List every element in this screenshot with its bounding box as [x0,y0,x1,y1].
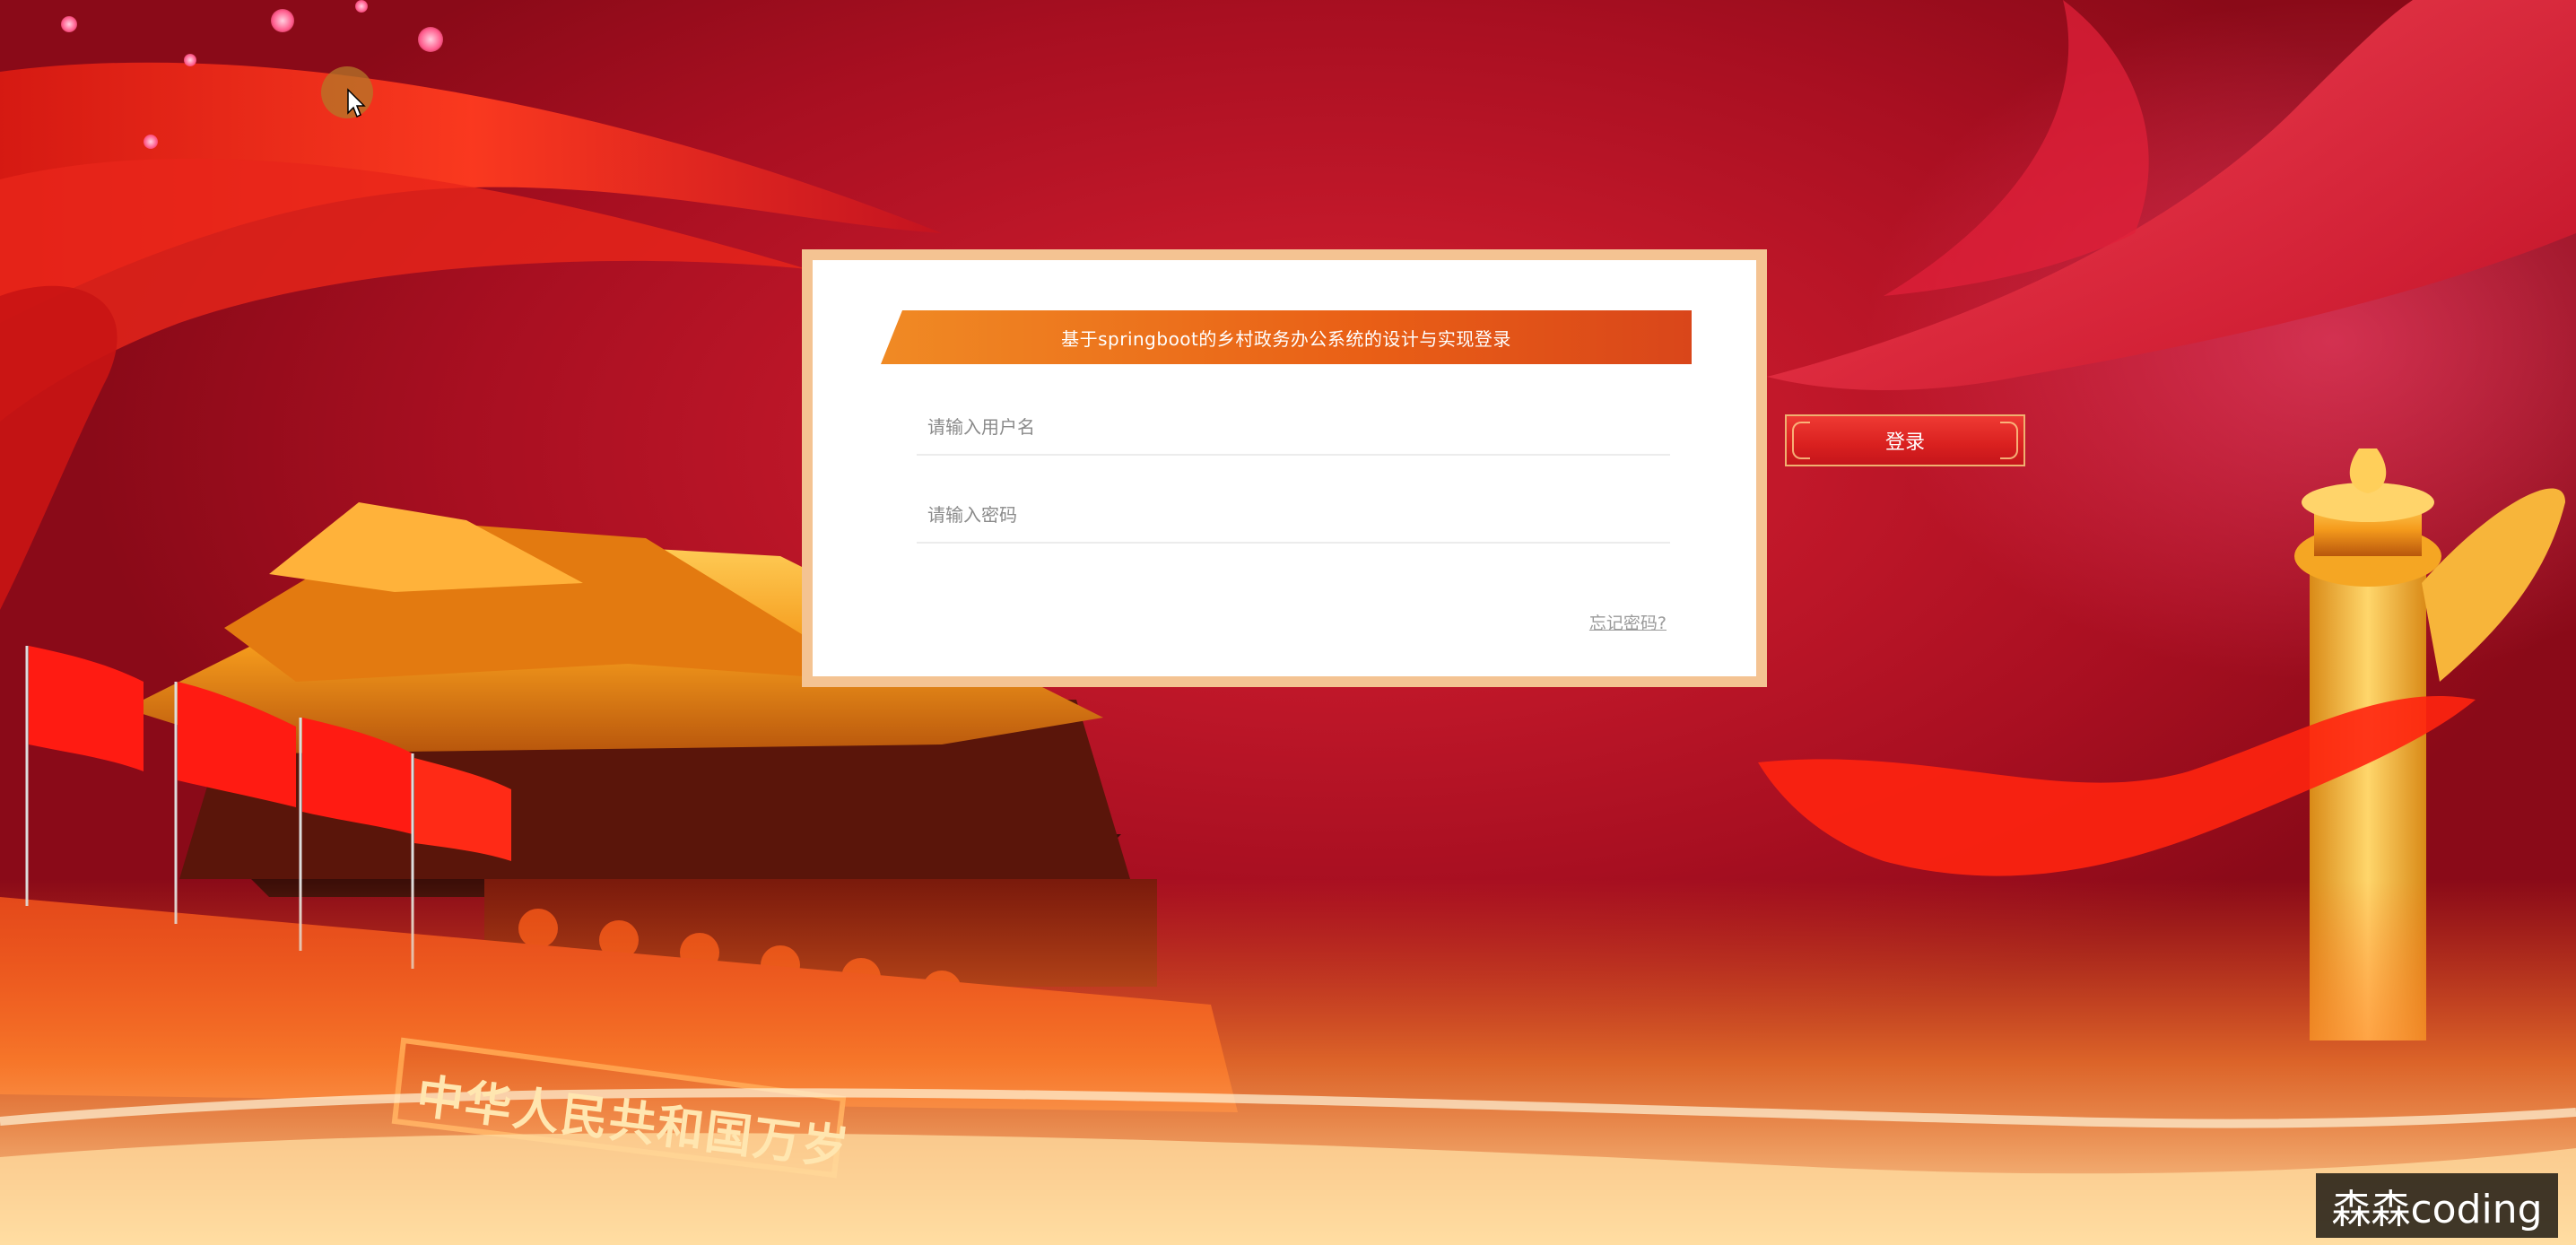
login-form: 基于springboot的乡村政务办公系统的设计与实现登录 忘记密码? [813,260,1756,676]
sparkle-decoration [355,0,368,13]
sparkle-decoration [144,135,158,149]
username-field [917,400,1670,456]
login-page: 基于springboot的乡村政务办公系统的设计与实现登录 忘记密码? 登录 森… [0,0,2576,1245]
username-input[interactable] [917,400,1670,454]
login-title-banner: 基于springboot的乡村政务办公系统的设计与实现登录 [881,310,1692,364]
login-button-label: 登录 [1884,431,1925,454]
watermark: 森森coding [2316,1173,2558,1238]
watermark-text: 森森coding [2331,1187,2543,1232]
sparkle-decoration [271,9,294,32]
sparkle-decoration [61,16,77,32]
mouse-cursor-icon [347,88,366,118]
login-title: 基于springboot的乡村政务办公系统的设计与实现登录 [1061,327,1511,350]
password-field [917,488,1670,544]
forgot-password-link[interactable]: 忘记密码? [1589,610,1667,634]
password-input[interactable] [917,488,1670,542]
login-button[interactable]: 登录 [1785,414,2025,466]
sparkle-decoration [418,27,443,52]
sparkle-decoration [184,54,196,66]
login-panel: 基于springboot的乡村政务办公系统的设计与实现登录 忘记密码? [802,249,1767,687]
